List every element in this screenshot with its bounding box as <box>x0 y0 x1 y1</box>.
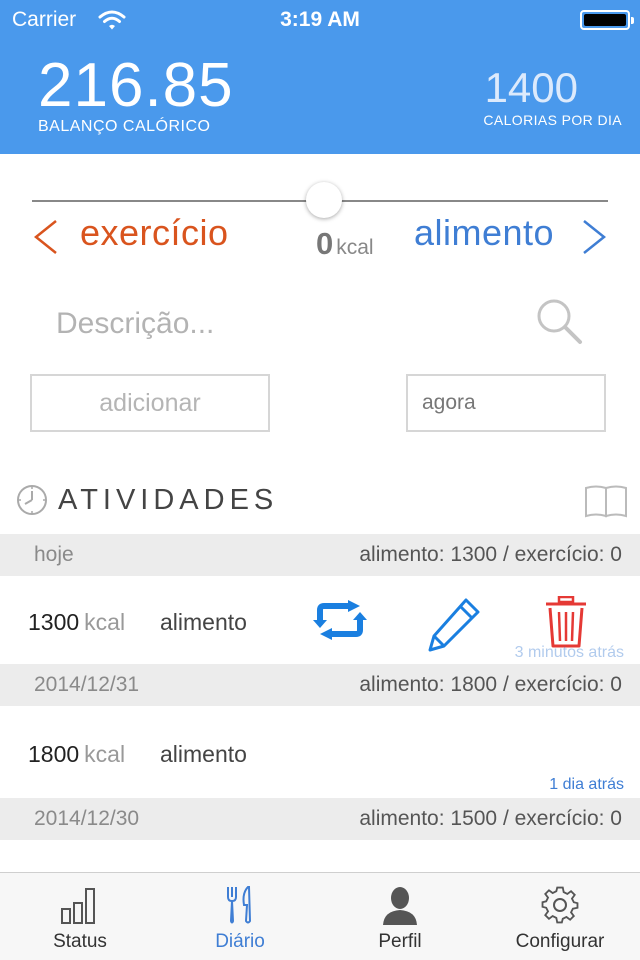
book-icon[interactable] <box>584 484 628 518</box>
bar-chart-icon <box>61 888 95 924</box>
entry-kcal-unit: kcal <box>84 609 126 635</box>
entry-kcal: 1300 kcal <box>28 609 125 636</box>
entry-kcal: 1800 kcal <box>28 741 125 768</box>
tab-perfil[interactable]: Perfil <box>320 873 480 960</box>
activity-entry[interactable]: 1300 kcal alimento 3 minutos atrás <box>0 576 640 664</box>
kcal-amount: 0 kcal <box>316 226 374 262</box>
tab-bar: Status Diário Perfil Configurar <box>0 872 640 960</box>
chevron-right-icon[interactable] <box>578 218 610 256</box>
entry-time-ago: 1 dia atrás <box>549 776 624 793</box>
day-date: 2014/12/31 <box>34 673 140 696</box>
day-header: 2014/12/31 alimento: 1800 / exercício: 0 <box>0 664 640 706</box>
activities-title: ATIVIDADES <box>58 484 279 516</box>
caloric-balance-label: BALANÇO CALÓRICO <box>38 118 211 135</box>
description-input[interactable] <box>56 302 496 346</box>
entry-kcal-unit: kcal <box>84 741 126 767</box>
tab-configurar[interactable]: Configurar <box>480 873 640 960</box>
entry-kcal-value: 1800 <box>28 741 80 767</box>
edit-icon[interactable] <box>426 596 482 652</box>
day-header: hoje alimento: 1300 / exercício: 0 <box>0 534 640 576</box>
food-mode-button[interactable]: alimento <box>414 212 554 254</box>
person-icon <box>383 887 417 925</box>
tab-label: Diário <box>215 931 265 952</box>
clock-icon <box>17 485 47 515</box>
repeat-icon[interactable] <box>312 600 368 640</box>
tab-diario[interactable]: Diário <box>160 873 320 960</box>
tab-label: Perfil <box>378 931 422 952</box>
entry-type: alimento <box>160 609 247 635</box>
chevron-left-icon[interactable] <box>30 218 62 256</box>
status-bar: Carrier 3:19 AM <box>0 0 640 40</box>
kcal-value: 0 <box>316 226 334 261</box>
entry-type: alimento <box>160 741 247 767</box>
add-button[interactable]: adicionar <box>30 374 270 432</box>
clock-time: 3:19 AM <box>280 8 360 31</box>
day-date: 2014/12/30 <box>34 807 140 830</box>
gear-icon <box>541 886 579 924</box>
fork-knife-icon <box>227 886 252 924</box>
daily-calories-value: 1400 <box>484 64 578 111</box>
activity-entry[interactable]: 1800 kcal alimento 1 dia atrás <box>0 708 640 796</box>
entry-time-ago: 3 minutos atrás <box>514 644 624 661</box>
battery-icon <box>580 10 634 30</box>
calorie-slider-thumb[interactable] <box>306 182 342 218</box>
caloric-balance-value: 216.85 <box>38 51 234 120</box>
day-totals: alimento: 1300 / exercício: 0 <box>359 543 622 566</box>
time-input[interactable] <box>406 374 606 432</box>
header: Carrier 3:19 AM 216.85 BALANÇO CALÓRICO … <box>0 0 640 154</box>
daily-calories-label: CALORIAS POR DIA <box>483 112 622 128</box>
tab-status[interactable]: Status <box>0 873 160 960</box>
day-header: 2014/12/30 alimento: 1500 / exercício: 0 <box>0 798 640 840</box>
entry-kcal-value: 1300 <box>28 609 80 635</box>
day-totals: alimento: 1800 / exercício: 0 <box>359 673 622 696</box>
search-icon[interactable] <box>534 296 584 346</box>
tab-label: Status <box>53 931 107 952</box>
day-date: hoje <box>34 543 74 566</box>
exercise-mode-button[interactable]: exercício <box>80 212 229 254</box>
day-totals: alimento: 1500 / exercício: 0 <box>359 807 622 830</box>
kcal-unit: kcal <box>336 236 374 259</box>
trash-icon[interactable] <box>544 596 588 648</box>
tab-label: Configurar <box>515 931 605 952</box>
